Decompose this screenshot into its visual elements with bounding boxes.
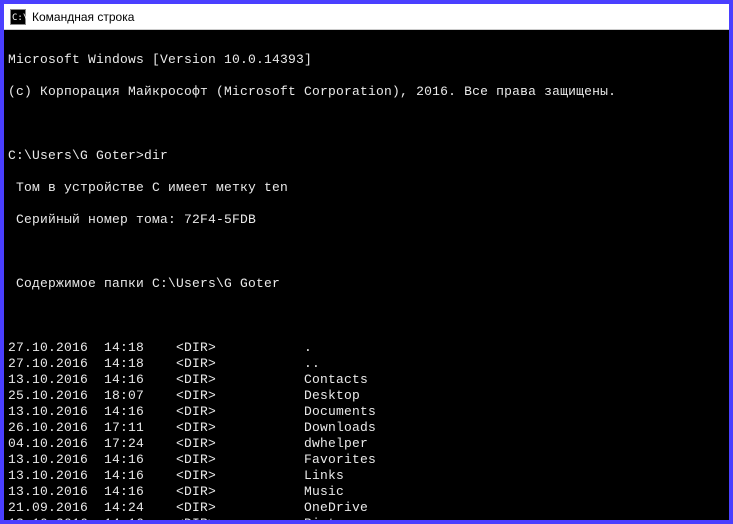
dir-entry: 25.10.2016 18:07 <DIR> Desktop bbox=[8, 388, 725, 404]
dir-entry: 26.10.2016 17:11 <DIR> Downloads bbox=[8, 420, 725, 436]
blank bbox=[8, 308, 725, 324]
header-line: Microsoft Windows [Version 10.0.14393] bbox=[8, 52, 725, 68]
prompt-line-1: C:\Users\G Goter>dir bbox=[8, 148, 725, 164]
volume-label-line: Том в устройстве C имеет метку ten bbox=[8, 180, 725, 196]
dir-entry: 13.10.2016 14:16 <DIR> Contacts bbox=[8, 372, 725, 388]
dir-entry: 13.10.2016 14:16 <DIR> Documents bbox=[8, 404, 725, 420]
dir-entry: 13.10.2016 14:16 <DIR> Pictures bbox=[8, 516, 725, 520]
titlebar[interactable]: C:\ Командная строка bbox=[4, 4, 729, 30]
terminal-output[interactable]: Microsoft Windows [Version 10.0.14393] (… bbox=[4, 30, 729, 520]
dir-entry: 27.10.2016 14:18 <DIR> . bbox=[8, 340, 725, 356]
dir-entry: 27.10.2016 14:18 <DIR> .. bbox=[8, 356, 725, 372]
cmd-icon: C:\ bbox=[10, 9, 26, 25]
command: dir bbox=[144, 148, 168, 163]
dir-listing: 27.10.2016 14:18 <DIR> .27.10.2016 14:18… bbox=[8, 340, 725, 520]
window-title: Командная строка bbox=[32, 10, 134, 24]
dir-entry: 21.09.2016 14:24 <DIR> OneDrive bbox=[8, 500, 725, 516]
dir-entry: 13.10.2016 14:16 <DIR> Favorites bbox=[8, 452, 725, 468]
blank bbox=[8, 116, 725, 132]
copyright-line: (с) Корпорация Майкрософт (Microsoft Cor… bbox=[8, 84, 725, 100]
prompt: C:\Users\G Goter> bbox=[8, 148, 144, 163]
volume-serial-line: Серийный номер тома: 72F4-5FDB bbox=[8, 212, 725, 228]
contents-header: Содержимое папки C:\Users\G Goter bbox=[8, 276, 725, 292]
dir-entry: 04.10.2016 17:24 <DIR> dwhelper bbox=[8, 436, 725, 452]
dir-entry: 13.10.2016 14:16 <DIR> Music bbox=[8, 484, 725, 500]
svg-text:C:\: C:\ bbox=[12, 13, 26, 23]
dir-entry: 13.10.2016 14:16 <DIR> Links bbox=[8, 468, 725, 484]
blank bbox=[8, 244, 725, 260]
command-prompt-window: C:\ Командная строка Microsoft Windows [… bbox=[4, 4, 729, 520]
